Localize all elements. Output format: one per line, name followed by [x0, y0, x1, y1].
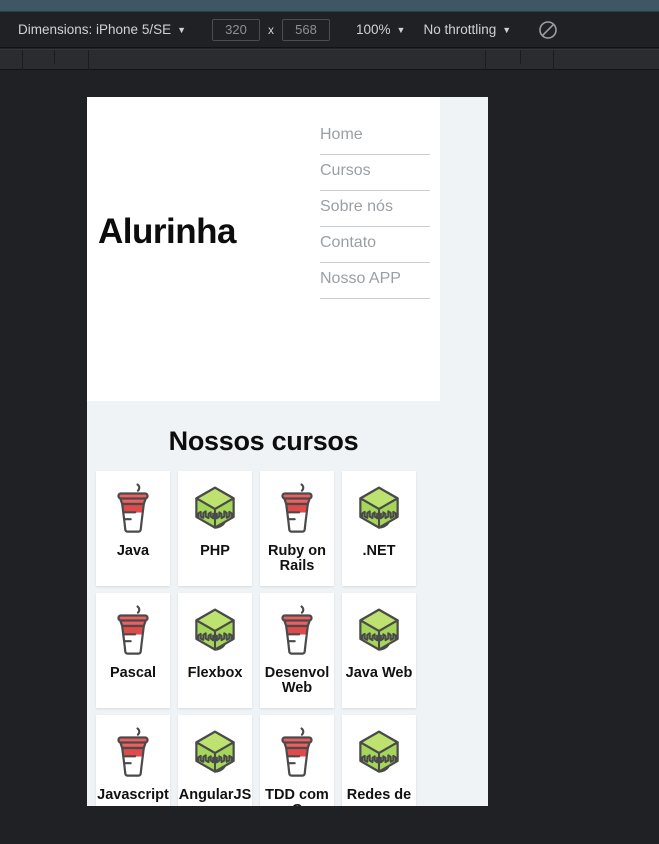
viewport-width-input[interactable]: 320: [212, 18, 261, 41]
site-header: Alurinha Home Cursos Sobre nós Contato Nosso…: [87, 97, 440, 401]
chevron-down-icon: ▼: [502, 25, 512, 35]
course-card[interactable]: Redes de: [342, 715, 416, 806]
device-dimensions-label: Dimensions: iPhone 5/SE: [18, 21, 172, 37]
green-box-icon: [359, 608, 399, 651]
nav-item-home[interactable]: Home: [320, 119, 430, 155]
green-box-icon: [195, 730, 235, 773]
course-card-label: Ruby on Rails: [268, 543, 326, 575]
ruler-tick: [520, 50, 521, 64]
chevron-down-icon: ▼: [396, 25, 406, 35]
course-card-label: PHP: [200, 543, 230, 559]
coffee-cup-icon: [281, 483, 313, 533]
course-card-label: TDD com C: [265, 787, 329, 806]
nav-item-sobre-n-s[interactable]: Sobre nós: [320, 191, 430, 227]
green-box-icon: [195, 608, 235, 651]
ruler-tick: [485, 50, 486, 70]
viewport-height-input[interactable]: 568: [282, 18, 331, 41]
course-card-label: Java: [116, 543, 150, 559]
viewport-ruler[interactable]: [0, 49, 659, 70]
course-card[interactable]: .NET: [342, 471, 416, 586]
devtools-device-mode-window: Dimensions: iPhone 5/SE ▼ 320 x 568 100%…: [0, 0, 659, 844]
course-card-grid: Java PHP Ruby on Rails .NET Pascal Flexb…: [87, 471, 440, 806]
coffee-cup-icon: [117, 605, 149, 655]
green-box-icon: [359, 730, 399, 773]
device-toolbar: Dimensions: iPhone 5/SE ▼ 320 x 568 100%…: [0, 12, 659, 48]
nav-item-contato[interactable]: Contato: [320, 227, 430, 263]
coffee-cup-icon: [281, 605, 313, 655]
nav-item-nosso-app[interactable]: Nosso APP: [320, 263, 430, 299]
rotate-device-button[interactable]: [537, 19, 559, 41]
course-card-label: .NET: [362, 543, 396, 559]
ruler-tick: [553, 50, 554, 70]
course-card[interactable]: Javascript: [96, 715, 170, 806]
section-title-nossos-cursos: Nossos cursos: [168, 426, 359, 456]
course-card[interactable]: PHP: [178, 471, 252, 586]
course-card[interactable]: Ruby on Rails: [260, 471, 334, 586]
nav-item-cursos[interactable]: Cursos: [320, 155, 430, 191]
ruler-tick: [88, 50, 89, 70]
course-card[interactable]: Desenvol Web: [260, 593, 334, 708]
course-card-label: Javascript: [97, 787, 169, 803]
chevron-down-icon: ▼: [177, 25, 187, 35]
coffee-cup-icon: [281, 727, 313, 777]
course-card-label: Desenvol Web: [264, 665, 330, 697]
dimension-separator: x: [268, 22, 275, 37]
green-box-icon: [359, 486, 399, 529]
window-title-strip: [0, 0, 659, 12]
throttling-label: No throttling: [423, 21, 497, 37]
zoom-selector[interactable]: 100% ▼: [356, 23, 405, 37]
zoom-label: 100%: [356, 21, 391, 37]
coffee-cup-icon: [117, 727, 149, 777]
rotate-device-icon: [539, 20, 557, 39]
course-card[interactable]: Flexbox: [178, 593, 252, 708]
site-brand-title: Alurinha: [98, 212, 236, 251]
coffee-cup-icon: [117, 483, 149, 533]
course-card-label: Pascal: [110, 665, 156, 681]
throttling-selector[interactable]: No throttling ▼: [423, 23, 511, 37]
ruler-tick: [22, 50, 23, 70]
course-card-label: Java Web: [345, 665, 413, 681]
course-card-label: Redes de: [346, 787, 412, 803]
course-card[interactable]: TDD com C: [260, 715, 334, 806]
course-card[interactable]: Java Web: [342, 593, 416, 708]
green-box-icon: [195, 486, 235, 529]
emulated-page-viewport[interactable]: Alurinha Home Cursos Sobre nós Contato Nosso…: [87, 97, 488, 806]
ruler-tick: [54, 50, 55, 64]
course-card[interactable]: Java: [96, 471, 170, 586]
course-card-label: Flexbox: [187, 665, 243, 681]
course-card[interactable]: AngularJS: [178, 715, 252, 806]
course-card-label: AngularJS: [178, 787, 252, 803]
main-navigation: Home Cursos Sobre nós Contato Nosso APP: [320, 119, 430, 299]
device-dimensions-selector[interactable]: Dimensions: iPhone 5/SE ▼: [18, 23, 186, 37]
course-card[interactable]: Pascal: [96, 593, 170, 708]
